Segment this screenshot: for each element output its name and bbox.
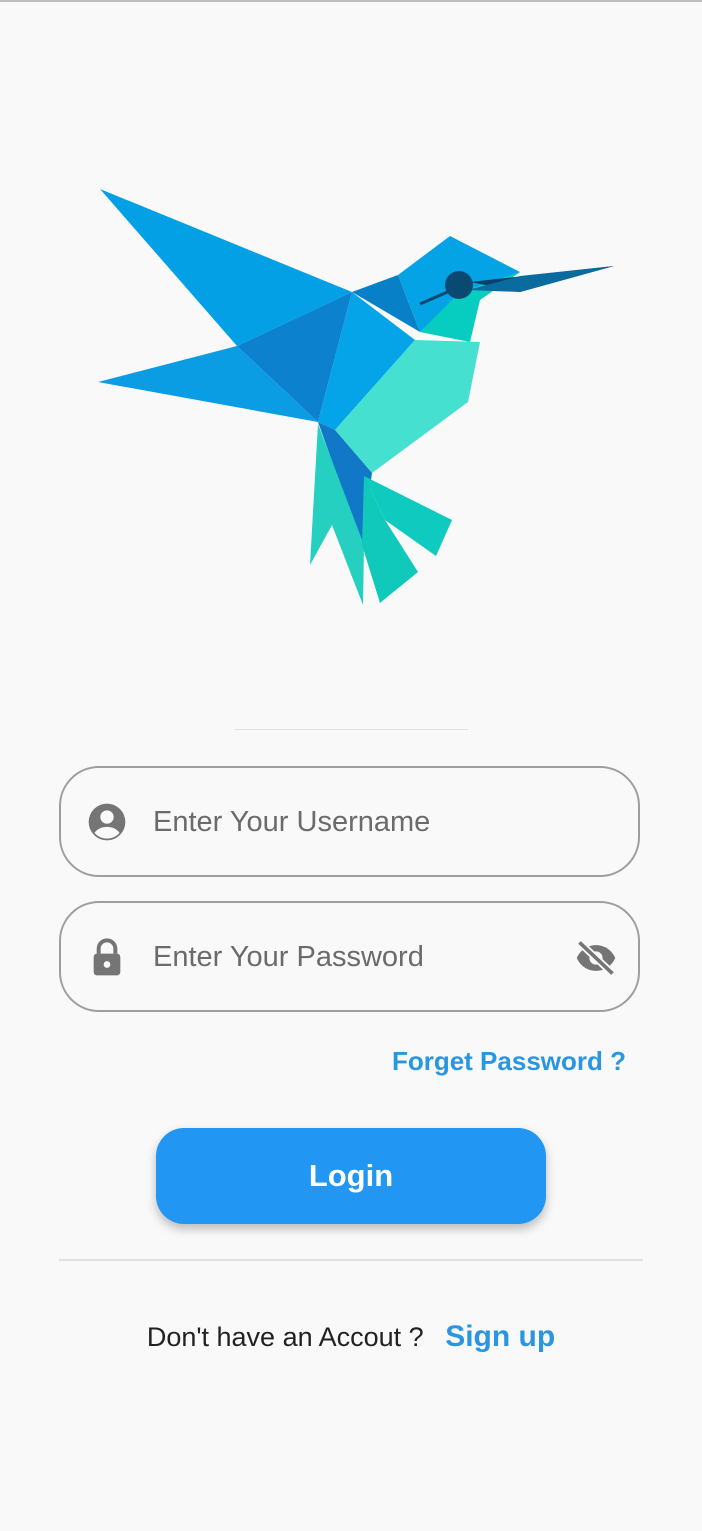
password-field[interactable] <box>59 901 640 1012</box>
account-circle-icon <box>87 802 127 842</box>
username-input[interactable] <box>153 794 553 850</box>
signup-link[interactable]: Sign up <box>445 1320 555 1353</box>
signup-prompt: Don't have an Accout ? <box>146 1322 424 1352</box>
section-divider <box>59 1259 643 1261</box>
signup-row: Don't have an Accout ? Sign up <box>0 1320 702 1354</box>
forget-password-link[interactable]: Forget Password ? <box>392 1046 626 1077</box>
hummingbird-logo <box>96 186 616 608</box>
username-field[interactable] <box>59 766 640 877</box>
login-button[interactable]: Login <box>156 1128 546 1224</box>
visibility-off-icon[interactable] <box>574 936 618 980</box>
status-bar-edge <box>0 0 702 2</box>
lock-icon <box>87 937 127 977</box>
password-input[interactable] <box>153 929 553 985</box>
logo-divider <box>235 729 468 730</box>
